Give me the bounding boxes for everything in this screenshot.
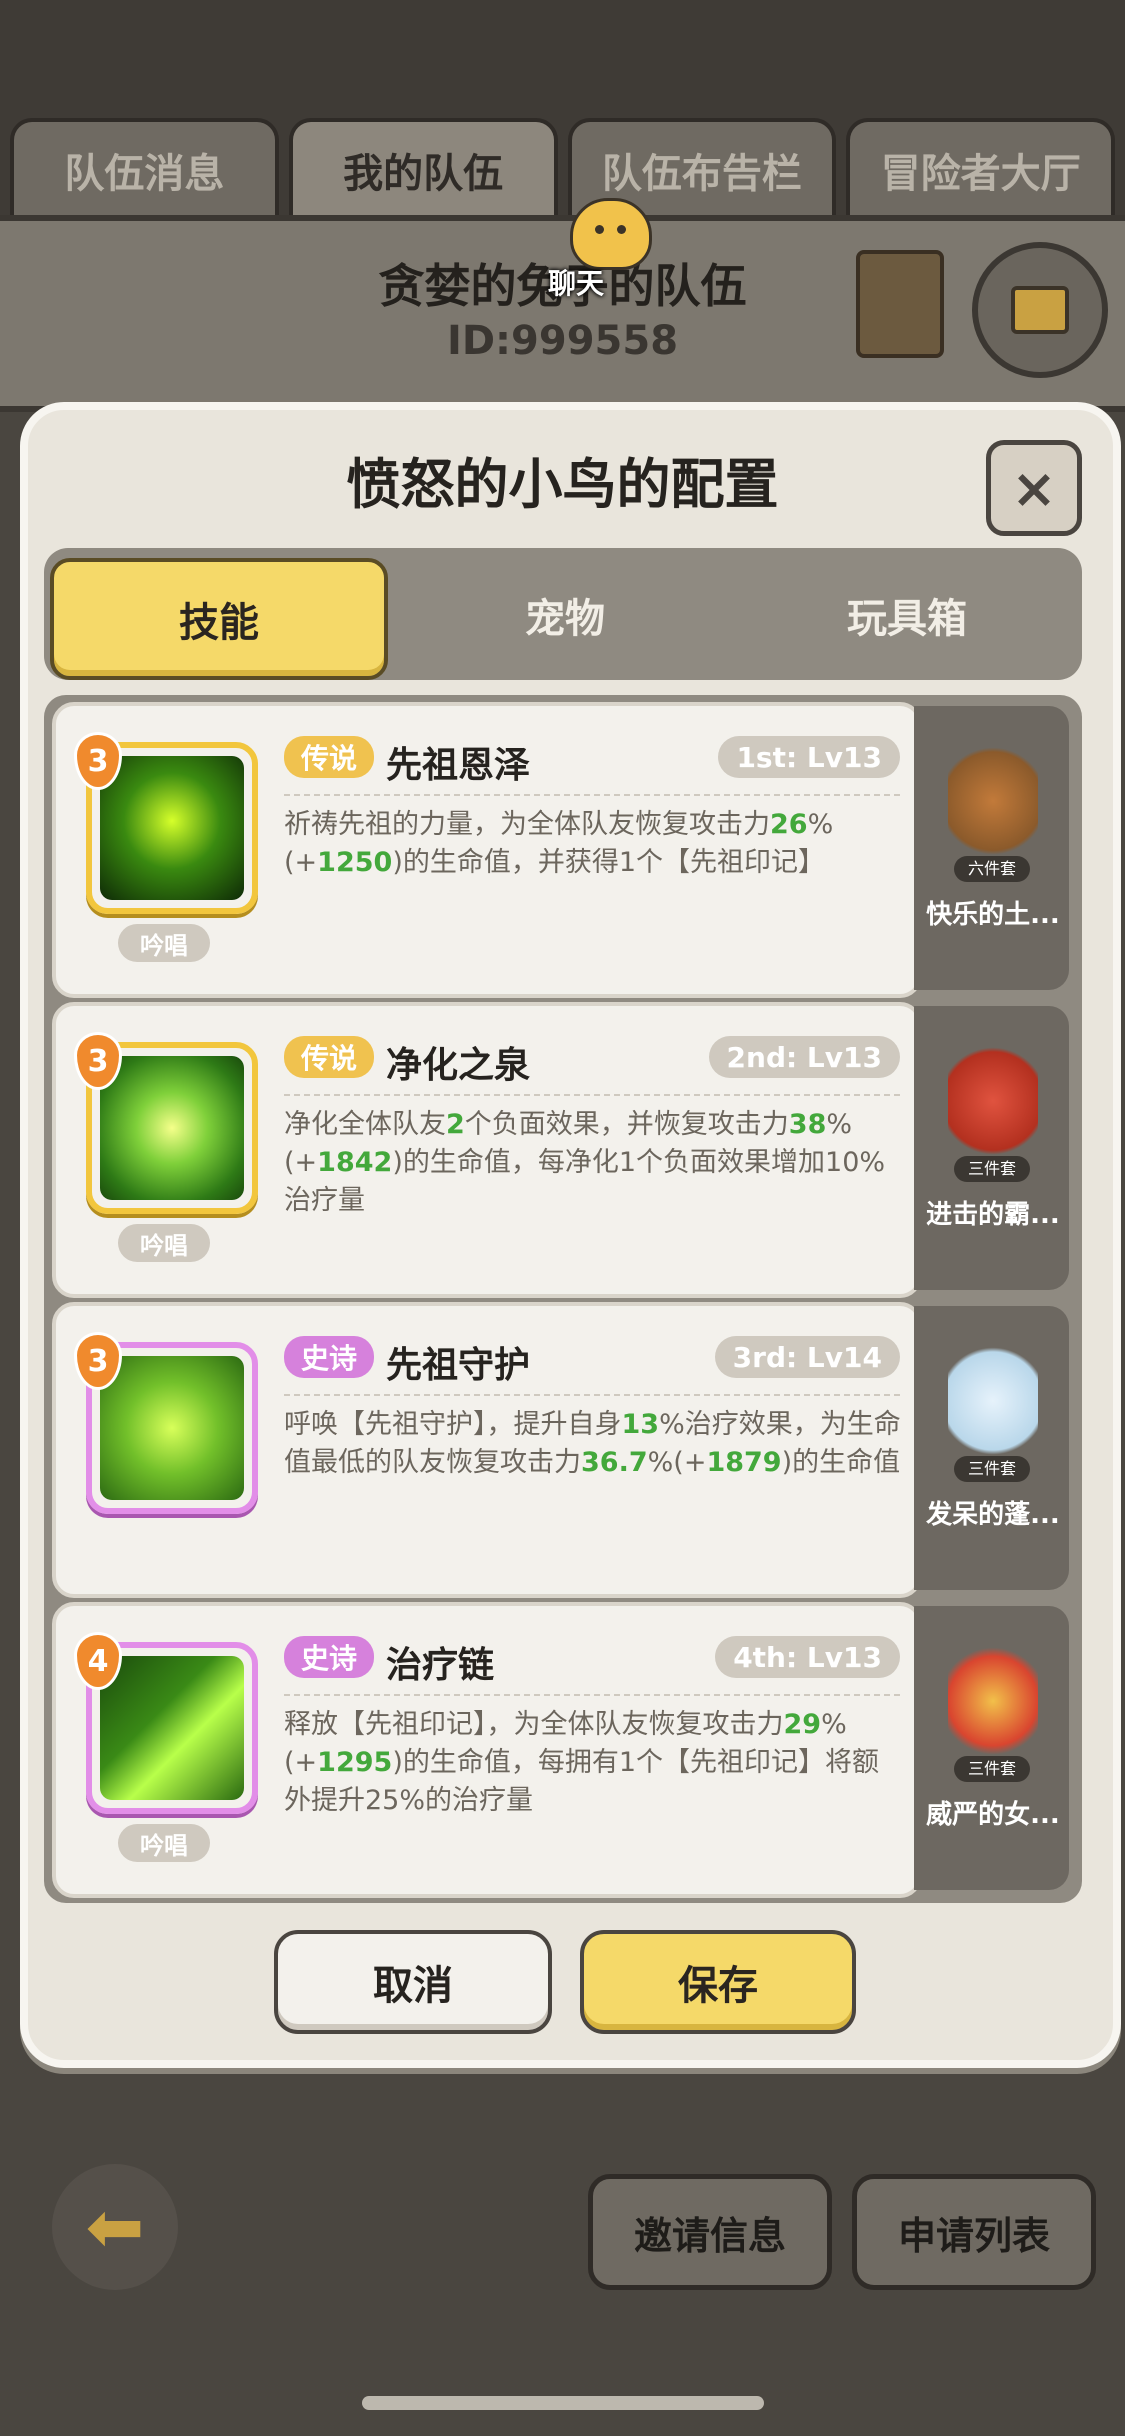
pet-dragon-icon [948, 1024, 1038, 1164]
arrow-left-icon: ⬅ [85, 2186, 145, 2268]
skill-card[interactable]: 3 吟唱 传说 净化之泉 2nd: Lv13 净化全体队友2个负面效果，并恢复攻… [52, 1002, 922, 1298]
skill-description: 祈祷先祖的力量，为全体队友恢复攻击力26%(+1250)的生命值，并获得1个【先… [284, 809, 834, 878]
droplet-icon [100, 1056, 244, 1200]
rarity-badge: 传说 [284, 736, 374, 778]
exit-icon [1011, 286, 1069, 334]
pet-name: 快乐的土... [926, 900, 1060, 930]
skill-card[interactable]: 3 史诗 先祖守护 3rd: Lv14 呼唤【先祖守护】，提升自身13%治疗效果… [52, 1302, 922, 1598]
set-badge: 六件套 [954, 856, 1030, 882]
shield-icon [100, 1356, 244, 1500]
skill-description: 释放【先祖印记】，为全体队友恢复攻击力29%(+1295)的生命值，每拥有1个【… [284, 1709, 880, 1816]
set-badge: 三件套 [954, 1456, 1030, 1482]
divider [284, 794, 900, 796]
divider [284, 1694, 900, 1696]
pet-sheep-icon [948, 1324, 1038, 1464]
apply-list-button[interactable]: 申请列表 [852, 2174, 1096, 2290]
home-indicator[interactable] [362, 2396, 764, 2410]
spirit-icon [100, 756, 244, 900]
skill-slot: 1st: Lv13 [718, 736, 900, 778]
skill-slot: 2nd: Lv13 [708, 1036, 900, 1078]
set-badge: 三件套 [954, 1156, 1030, 1182]
skill-description: 净化全体队友2个负面效果，并恢复攻击力38%(+1842)的生命值，每净化1个负… [284, 1109, 886, 1216]
skill-description: 呼唤【先祖守护】，提升自身13%治疗效果，为生命值最低的队友恢复攻击力36.7%… [284, 1409, 901, 1478]
rarity-badge: 传说 [284, 1036, 374, 1078]
segment-toybox[interactable]: 玩具箱 [742, 558, 1072, 672]
skill-card[interactable]: 4 吟唱 史诗 治疗链 4th: Lv13 释放【先祖印记】，为全体队友恢复攻击… [52, 1602, 922, 1898]
segment-skills[interactable]: 技能 [50, 558, 388, 680]
team-id: ID:999558 [446, 318, 679, 364]
segment-pets[interactable]: 宠物 [400, 558, 730, 672]
chant-tag: 吟唱 [118, 1824, 210, 1862]
skill-slot: 4th: Lv13 [715, 1636, 900, 1678]
skill-name: 净化之泉 [386, 1045, 531, 1086]
pet-phoenix-icon [948, 1624, 1038, 1764]
rarity-badge: 史诗 [284, 1336, 374, 1378]
chant-tag: 吟唱 [118, 924, 210, 962]
divider [284, 1394, 900, 1396]
tab-my-team[interactable]: 我的队伍 [288, 118, 558, 218]
chat-icon[interactable] [570, 198, 652, 270]
tab-adventurer-hall[interactable]: 冒险者大厅 [846, 118, 1115, 218]
scroll-icon[interactable] [856, 250, 944, 358]
modal-title: 愤怒的小鸟的配置 [346, 453, 779, 516]
chain-icon [100, 1656, 244, 1800]
back-button[interactable]: ⬅ [52, 2164, 178, 2290]
team-tabs: 队伍消息 我的队伍 队伍布告栏 冒险者大厅 [10, 118, 1115, 218]
chant-tag: 吟唱 [118, 1224, 210, 1262]
pet-name: 进击的霸... [926, 1200, 1060, 1230]
pet-name: 威严的女... [926, 1800, 1060, 1830]
cancel-button[interactable]: 取消 [274, 1930, 552, 2034]
skill-name: 先祖守护 [386, 1345, 531, 1386]
pet-slot[interactable]: 六件套 快乐的土... [914, 706, 1069, 990]
pet-name: 发呆的蓬... [926, 1500, 1060, 1530]
skill-slot: 3rd: Lv14 [714, 1336, 900, 1378]
pet-monkey-icon [948, 724, 1038, 864]
pet-slot[interactable]: 三件套 进击的霸... [914, 1006, 1069, 1290]
rarity-badge: 史诗 [284, 1636, 374, 1678]
save-button[interactable]: 保存 [580, 1930, 856, 2034]
exit-team-button[interactable] [972, 242, 1108, 378]
invite-info-button[interactable]: 邀请信息 [588, 2174, 832, 2290]
set-badge: 三件套 [954, 1756, 1030, 1782]
skill-name: 治疗链 [386, 1645, 495, 1686]
skill-name: 先祖恩泽 [386, 745, 531, 786]
pet-slot[interactable]: 三件套 威严的女... [914, 1606, 1069, 1890]
divider [284, 1094, 900, 1096]
chat-label[interactable]: 聊天 [548, 262, 604, 302]
skill-card[interactable]: 3 吟唱 传说 先祖恩泽 1st: Lv13 祈祷先祖的力量，为全体队友恢复攻击… [52, 702, 922, 998]
close-button[interactable]: × [986, 440, 1082, 536]
pet-slot[interactable]: 三件套 发呆的蓬... [914, 1306, 1069, 1590]
tab-team-messages[interactable]: 队伍消息 [10, 118, 279, 218]
